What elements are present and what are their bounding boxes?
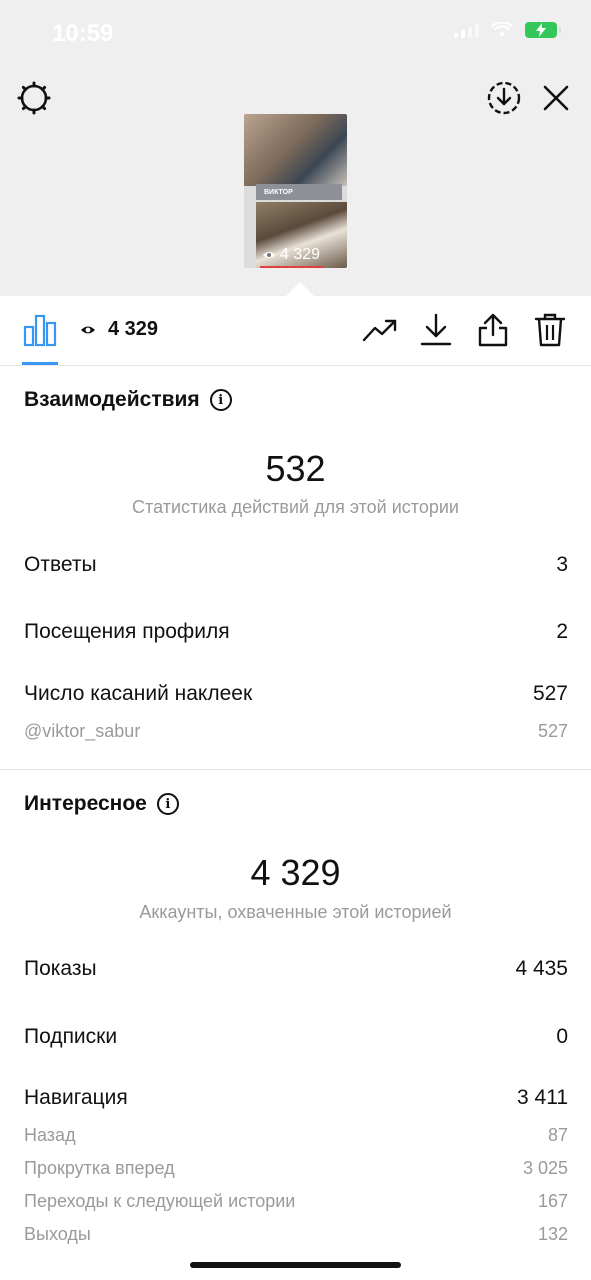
discovery-total: 4 329 [250, 852, 341, 893]
metric-value: 2 [556, 620, 568, 643]
sub-metric-label: Переходы к следующей истории [24, 1191, 296, 1211]
story-photo-man [244, 114, 347, 186]
trending-up-icon[interactable] [360, 312, 400, 348]
sub-metric-row: Переходы к следующей истории 167 [24, 1191, 568, 1212]
sub-metric-label[interactable]: @viktor_sabur [24, 721, 140, 742]
sub-metric-row: @viktor_sabur 527 [24, 721, 568, 742]
insights-toolbar: 4 329 [0, 296, 591, 366]
viewers-count[interactable]: 4 329 [80, 318, 158, 341]
save-download-icon[interactable] [484, 78, 524, 118]
trash-icon[interactable] [532, 312, 568, 348]
eye-icon [81, 326, 95, 333]
metric-row: Подписки 0 [24, 1025, 568, 1049]
section-divider [0, 769, 591, 770]
discovery-title: Интересное [24, 792, 147, 815]
interactions-header: Взаимодействия i [24, 388, 232, 412]
story-name-tag: ВИКТОР [256, 184, 342, 200]
metric-row: Ответы 3 [24, 553, 568, 577]
metric-row: Число касаний наклеек 527 [24, 682, 568, 706]
metric-label: Ответы [24, 553, 97, 576]
home-indicator[interactable] [190, 1262, 401, 1268]
status-bar: 10:59 [0, 0, 591, 64]
download-icon[interactable] [418, 312, 454, 348]
metric-value: 0 [556, 1025, 568, 1048]
share-icon[interactable] [475, 312, 511, 348]
sub-metric-row: Назад 87 [24, 1125, 568, 1146]
discovery-caption: Аккаунты, охваченные этой историей [139, 902, 452, 922]
sub-metric-value: 3 025 [522, 1158, 568, 1178]
settings-gear-icon[interactable] [14, 78, 54, 118]
sub-metric-value: 132 [537, 1224, 568, 1244]
metric-label: Навигация [24, 1086, 128, 1109]
metric-value: 527 [532, 682, 568, 705]
eye-icon [263, 252, 275, 258]
active-tab-indicator [22, 362, 58, 365]
cellular-signal-icon [454, 22, 479, 38]
status-icons [454, 22, 561, 38]
insights-chart-tab[interactable] [22, 312, 58, 348]
metric-label: Показы [24, 957, 97, 980]
close-icon[interactable] [538, 80, 574, 116]
metric-row: Посещения профиля 2 [24, 620, 568, 644]
sub-metric-value: 167 [537, 1191, 568, 1211]
sub-metric-row: Выходы 132 [24, 1224, 568, 1245]
metric-label: Посещения профиля [24, 620, 230, 643]
story-views: 4 329 [262, 246, 320, 264]
story-thumbnail[interactable]: ВИКТОР 4 329 [244, 114, 347, 268]
metric-row: Показы 4 435 [24, 957, 568, 981]
selected-story-pointer [286, 282, 314, 296]
sub-metric-value: 527 [537, 721, 568, 741]
story-header: 10:59 ВИКТОР 4 329 [0, 0, 591, 296]
info-icon[interactable]: i [156, 793, 179, 815]
story-progress-bar [260, 266, 324, 268]
metric-row: Навигация 3 411 [24, 1086, 568, 1110]
metric-value: 4 435 [515, 957, 568, 980]
wifi-icon [491, 22, 513, 37]
sub-metric-row: Прокрутка вперед 3 025 [24, 1158, 568, 1179]
metric-value: 3 [556, 553, 568, 576]
interactions-total: 532 [265, 448, 326, 489]
sub-metric-label: Прокрутка вперед [24, 1158, 175, 1178]
status-time: 10:59 [52, 20, 114, 47]
bar-chart-icon [23, 314, 57, 347]
sub-metric-label: Назад [24, 1125, 76, 1145]
discovery-header: Интересное i [24, 792, 179, 816]
metric-label: Число касаний наклеек [24, 682, 253, 705]
sub-metric-value: 87 [547, 1125, 568, 1145]
metric-value: 3 411 [517, 1086, 568, 1109]
interactions-caption: Статистика действий для этой истории [132, 497, 459, 517]
metric-label: Подписки [24, 1025, 118, 1048]
sub-metric-label: Выходы [24, 1224, 91, 1244]
battery-charging-icon [525, 22, 561, 38]
info-icon[interactable]: i [209, 389, 232, 411]
interactions-title: Взаимодействия [24, 388, 200, 411]
